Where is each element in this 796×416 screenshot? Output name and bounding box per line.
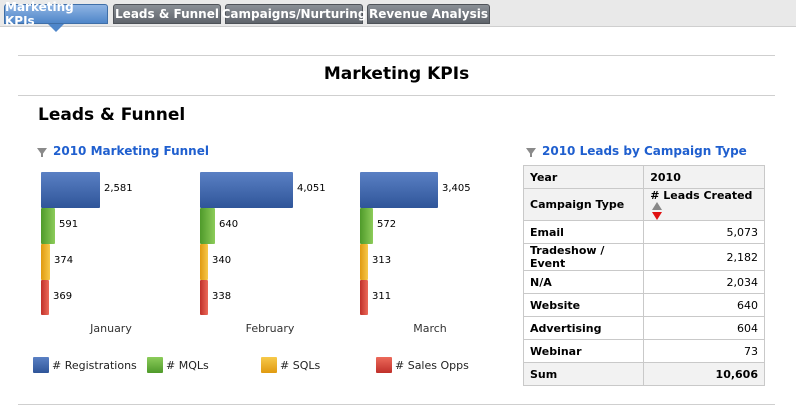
funnel-value-label: 313 [372,255,392,266]
legend-label: # Registrations [52,358,137,372]
month-label: January [90,322,132,335]
sum-value: 10,606 [643,362,765,386]
leads-created-cell: 2,182 [643,243,765,271]
leads-created-cell: 73 [643,339,765,363]
divider [18,55,775,56]
col-leads-label: # Leads Created [650,189,753,202]
funnel-bar-registrations[interactable] [200,172,293,208]
col-leads-created[interactable]: # Leads Created [643,188,765,221]
funnel-bar-sqls[interactable] [41,244,50,280]
funnel-bar-mqls[interactable] [200,208,215,244]
funnel-value-label: 572 [377,219,397,230]
legend-label: # Sales Opps [395,358,469,372]
year-value: 2010 [643,165,765,189]
month-label: March [413,322,447,335]
page-title: Marketing KPIs [323,64,470,84]
funnel-title: 2010 Marketing Funnel [53,144,209,158]
leads-table-title: 2010 Leads by Campaign Type [542,144,747,158]
tab-campaigns-nurturing[interactable]: Campaigns/Nurturing [222,4,366,24]
legend-label: # MQLs [166,358,209,372]
funnel-value-label: 2,581 [104,183,133,194]
section-title: Leads & Funnel [38,105,186,125]
tab-leads-funnel[interactable]: Leads & Funnel [113,4,221,24]
leads-created-cell: 2,034 [643,270,765,294]
legend-swatch-registrations [33,357,49,373]
funnel-bar-sales_opps[interactable] [360,280,368,315]
legend-swatch-mqls [147,357,163,373]
legend-registrations: # Registrations [33,357,137,373]
funnel-value-label: 4,051 [297,183,326,194]
year-label: Year [522,165,645,189]
funnel-value-label: 591 [59,219,79,230]
col-campaign-type: Campaign Type [522,188,645,221]
funnel-bar-registrations[interactable] [41,172,100,208]
filter-icon[interactable] [37,147,47,157]
funnel-value-label: 3,405 [442,183,471,194]
funnel-bar-sales_opps[interactable] [41,280,49,315]
campaign-type-cell: N/A [522,270,645,294]
month-label: February [245,322,295,335]
funnel-bar-mqls[interactable] [360,208,373,244]
leads-table-header[interactable]: 2010 Leads by Campaign Type [526,144,747,158]
divider [18,95,775,96]
sum-label: Sum [522,362,645,386]
campaign-type-cell: Webinar [522,339,645,363]
table-row: N/A 2,034 [522,270,765,294]
active-tab-pointer [48,24,64,32]
campaign-type-cell: Website [522,293,645,317]
funnel-bar-sales_opps[interactable] [200,280,208,315]
legend-swatch-sqls [261,357,277,373]
campaign-type-cell: Email [522,220,645,244]
funnel-value-label: 311 [372,290,392,302]
funnel-value-label: 369 [53,290,73,302]
divider [18,404,775,405]
funnel-bar-mqls[interactable] [41,208,55,244]
table-row-sum: Sum 10,606 [522,362,765,386]
funnel-value-label: 640 [219,219,239,230]
campaign-type-cell: Advertising [522,316,645,340]
legend-mqls: # MQLs [147,357,209,373]
leads-created-cell: 640 [643,293,765,317]
funnel-value-label: 340 [212,255,232,266]
table-row: Year 2010 [522,165,765,189]
table-row: Website 640 [522,293,765,317]
legend-sqls: # SQLs [261,357,320,373]
legend-label: # SQLs [280,358,321,372]
funnel-header[interactable]: 2010 Marketing Funnel [37,144,209,158]
sort-icon[interactable] [652,202,663,220]
table-row: Tradeshow / Event 2,182 [522,243,765,271]
legend-sales-opps: # Sales Opps [376,357,469,373]
funnel-value-label: 338 [212,290,232,302]
funnel-value-label: 374 [54,255,74,266]
table-row: Advertising 604 [522,316,765,340]
leads-table: Year 2010 Campaign Type # Leads Created … [522,165,765,386]
legend-swatch-sales-opps [376,357,392,373]
filter-icon[interactable] [526,147,536,157]
table-row: Email 5,073 [522,220,765,244]
leads-created-cell: 604 [643,316,765,340]
tab-revenue-analysis[interactable]: Revenue Analysis [367,4,490,24]
table-row: Campaign Type # Leads Created [522,188,765,221]
leads-created-cell: 5,073 [643,220,765,244]
tab-bar: Marketing KPIs Leads & Funnel Campaigns/… [0,0,796,28]
table-row: Webinar 73 [522,339,765,363]
tab-marketing-kpis[interactable]: Marketing KPIs [4,0,108,28]
funnel-bar-sqls[interactable] [360,244,368,280]
campaign-type-cell: Tradeshow / Event [522,243,645,271]
funnel-bar-sqls[interactable] [200,244,208,280]
funnel-bar-registrations[interactable] [360,172,438,208]
